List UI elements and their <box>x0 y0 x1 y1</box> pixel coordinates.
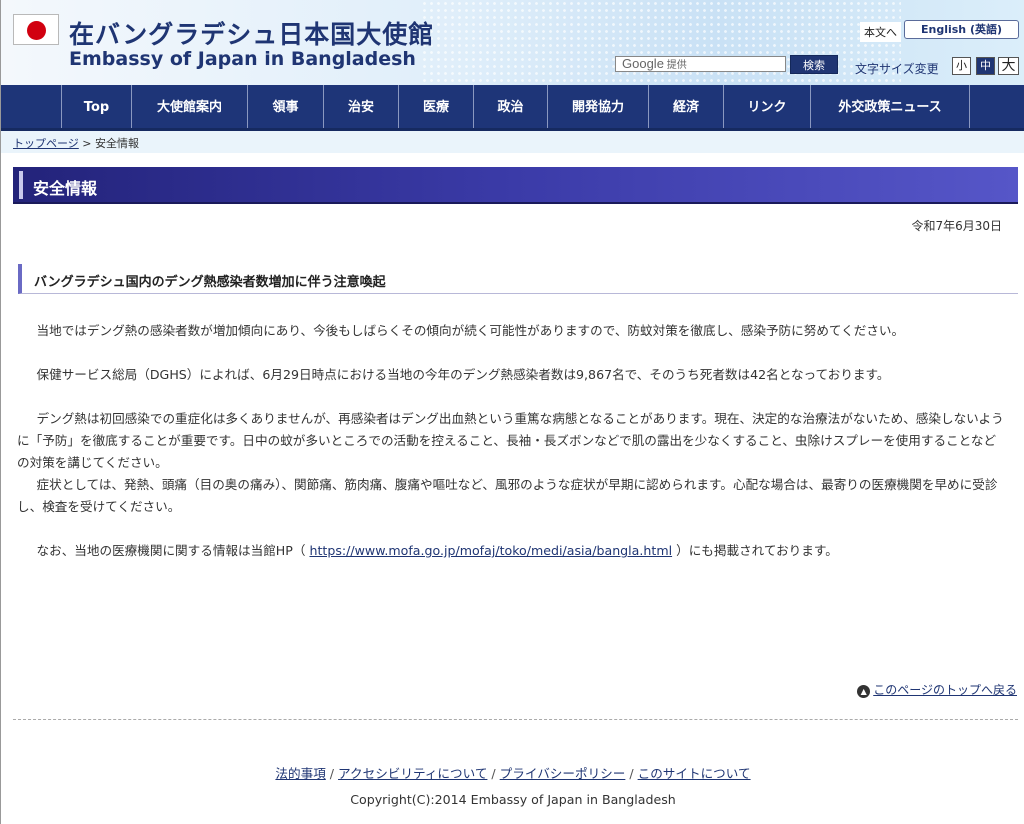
page-heading-banner: 安全情報 <box>13 167 1018 204</box>
footer-link-privacy[interactable]: プライバシーポリシー <box>500 766 626 781</box>
search-input[interactable]: Google 提供 <box>615 56 786 72</box>
article-title: バングラデシュ国内のデング熱感染者数増加に伴う注意喚起 <box>34 275 386 290</box>
nav-item-security[interactable]: 治安 <box>323 85 398 128</box>
footer-divider <box>13 719 1018 720</box>
paragraph-3: デング熱は初回感染での重症化は多くありませんが、再感染者はデング出血熱という重篤… <box>17 411 1004 470</box>
nav-item-medical[interactable]: 医療 <box>398 85 473 128</box>
site-header: 在バングラデシュ日本国大使館 Embassy of Japan in Bangl… <box>1 0 1024 85</box>
font-size-medium-button[interactable]: 中 <box>976 57 995 75</box>
footer-separator: / <box>491 766 496 781</box>
back-to-top: ▲ このページのトップへ戻る <box>857 681 1017 698</box>
nav-item-top[interactable]: Top <box>61 85 131 128</box>
heading-accent-bar <box>19 171 23 199</box>
copyright: Copyright(C):2014 Embassy of Japan in Ba… <box>350 792 676 807</box>
font-size-small-button[interactable]: 小 <box>952 57 971 75</box>
google-logo: Google <box>622 56 664 71</box>
page-title: 安全情報 <box>33 179 98 198</box>
site-title-jp[interactable]: 在バングラデシュ日本国大使館 <box>69 15 434 51</box>
back-to-top-link[interactable]: このページのトップへ戻る <box>873 683 1017 697</box>
publish-date: 令和7年6月30日 <box>911 219 1002 233</box>
breadcrumb-home-link[interactable]: トップページ <box>13 137 79 150</box>
breadcrumb-separator: > <box>78 137 95 150</box>
nav-item-consular[interactable]: 領事 <box>247 85 323 128</box>
breadcrumb: トップページ > 安全情報 <box>1 131 1024 153</box>
footer-link-accessibility[interactable]: アクセシビリティについて <box>338 766 487 781</box>
nav-item-embassy-info[interactable]: 大使館案内 <box>131 85 247 128</box>
nav-item-development[interactable]: 開発協力 <box>547 85 648 128</box>
japan-flag-icon <box>13 14 59 45</box>
footer-links: 法的事項 / アクセシビリティについて / プライバシーポリシー / このサイトについて <box>1 763 1024 782</box>
footer-separator: / <box>329 766 335 781</box>
search-button[interactable]: 検索 <box>790 55 838 74</box>
paragraph-5-after: ）にも掲載されております。 <box>672 543 838 558</box>
paragraph-4: 症状としては、発熱、頭痛（目の奥の痛み）、関節痛、筋肉痛、腹痛や嘔吐など、風邪の… <box>17 477 998 514</box>
paragraph-1: 当地ではデング熱の感染者数が増加傾向にあり、今後もしばらくその傾向が続く可能性が… <box>36 323 905 338</box>
up-arrow-circle-icon: ▲ <box>857 685 871 698</box>
search-placeholder: 提供 <box>666 60 687 71</box>
footer-link-about[interactable]: このサイトについて <box>638 766 751 781</box>
nav-item-links[interactable]: リンク <box>723 85 810 128</box>
article-subheading: バングラデシュ国内のデング熱感染者数増加に伴う注意喚起 <box>18 264 1018 294</box>
paragraph-5-before: なお、当地の医療機関に関する情報は当館HP（ <box>36 543 310 558</box>
nav-item-foreign-policy-news[interactable]: 外交政策ニュース <box>810 85 970 128</box>
paragraph-5: なお、当地の医療機関に関する情報は当館HP（ https://www.mofa.… <box>17 540 1007 562</box>
font-size-large-button[interactable]: 大 <box>998 57 1019 75</box>
nav-item-economy[interactable]: 経済 <box>648 85 723 128</box>
footer-separator: / <box>629 766 634 781</box>
paragraph-2: 保健サービス総局（DGHS）によれば、6月29日時点における当地の今年のデング熱… <box>36 367 890 382</box>
site-title-en[interactable]: Embassy of Japan in Bangladesh <box>69 48 416 70</box>
english-button[interactable]: English (英語) <box>904 20 1019 39</box>
article-body: 当地ではデング熱の感染者数が増加傾向にあり、今後もしばらくその傾向が続く可能性が… <box>17 320 1007 562</box>
medical-info-link[interactable]: https://www.mofa.go.jp/mofaj/toko/medi/a… <box>309 543 672 558</box>
font-size-label: 文字サイズ変更 <box>855 62 939 76</box>
breadcrumb-current: 安全情報 <box>95 137 139 150</box>
skip-to-content-link[interactable]: 本文へ <box>860 22 901 42</box>
global-nav: Top 大使館案内 領事 治安 医療 政治 開発協力 経済 リンク 外交政策ニュ… <box>1 85 1024 131</box>
footer-link-legal[interactable]: 法的事項 <box>275 766 325 781</box>
nav-item-politics[interactable]: 政治 <box>473 85 547 128</box>
